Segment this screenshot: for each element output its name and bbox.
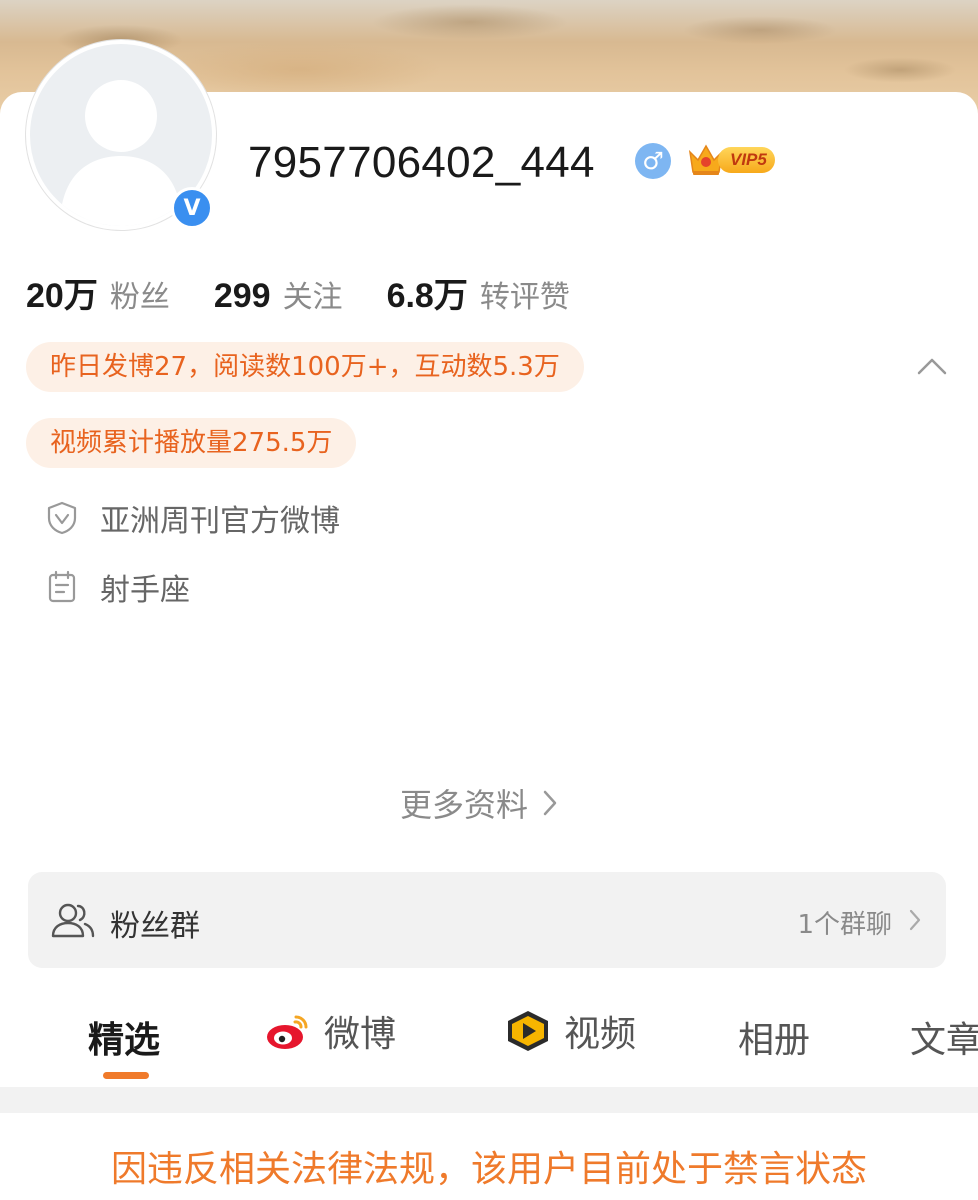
fans-group-title: 粉丝群 xyxy=(110,909,200,944)
zodiac-info: 射手座 xyxy=(46,565,190,609)
username: 7957706402_444 xyxy=(248,138,595,187)
fans-group-entry[interactable]: 粉丝群 1个群聊 xyxy=(28,872,946,968)
chevron-up-icon[interactable] xyxy=(916,356,948,376)
tab-album[interactable]: 相册 xyxy=(738,1011,810,1063)
more-info-link[interactable]: 更多资料 xyxy=(400,780,560,826)
chevron-right-icon xyxy=(543,790,557,816)
stats-row: 20万 粉丝 299 关注 6.8万 转评赞 xyxy=(26,268,614,317)
male-gender-icon: ♂ xyxy=(635,143,671,179)
verification-info: 亚洲周刊官方微博 xyxy=(46,496,340,540)
calendar-icon xyxy=(48,570,76,603)
stat-value: 20万 xyxy=(26,277,98,315)
section-divider xyxy=(0,1087,978,1113)
weibo-logo-icon xyxy=(267,1015,308,1049)
stat-value: 6.8万 xyxy=(386,277,468,315)
stat-label: 关注 xyxy=(282,280,343,315)
active-tab-indicator xyxy=(103,1072,149,1079)
tab-label: 精选 xyxy=(88,1020,161,1061)
video-play-icon xyxy=(508,1011,548,1051)
video-plays-pill: 视频累计播放量275.5万 xyxy=(26,418,357,468)
tab-label: 微博 xyxy=(324,1014,397,1055)
tab-featured[interactable]: 精选 xyxy=(88,1011,160,1063)
tab-label: 视频 xyxy=(564,1014,637,1055)
stat-value: 299 xyxy=(213,277,271,315)
activity-summary-pill: 昨日发博27，阅读数100万+，互动数5.3万 xyxy=(26,342,584,392)
vip-level-label: VIP5 xyxy=(718,147,775,173)
stat-following[interactable]: 299 关注 xyxy=(214,272,343,316)
fans-group-count: 1个群聊 xyxy=(797,910,892,940)
vip-badge[interactable]: VIP5 xyxy=(686,142,782,178)
stat-followers[interactable]: 20万 粉丝 xyxy=(26,268,170,317)
tab-video[interactable]: 视频 xyxy=(504,1005,636,1057)
stat-label: 粉丝 xyxy=(109,280,170,315)
more-info-label: 更多资料 xyxy=(400,786,529,824)
tab-label: 相册 xyxy=(738,1020,811,1061)
stat-interactions[interactable]: 6.8万 转评赞 xyxy=(387,268,570,317)
shield-icon xyxy=(47,501,77,535)
tab-articles[interactable]: 文章 xyxy=(910,1011,978,1063)
stat-label: 转评赞 xyxy=(479,280,570,315)
verification-text: 亚洲周刊官方微博 xyxy=(100,504,340,539)
verified-badge-icon: V xyxy=(171,187,213,229)
tab-label: 文章 xyxy=(910,1020,978,1061)
tab-weibo[interactable]: 微博 xyxy=(264,1005,396,1057)
zodiac-text: 射手座 xyxy=(100,573,190,608)
group-users-icon xyxy=(51,903,95,938)
muted-notice: 因违反相关法律法规，该用户目前处于禁言状态 xyxy=(110,1149,867,1190)
chevron-right-icon xyxy=(909,909,921,931)
